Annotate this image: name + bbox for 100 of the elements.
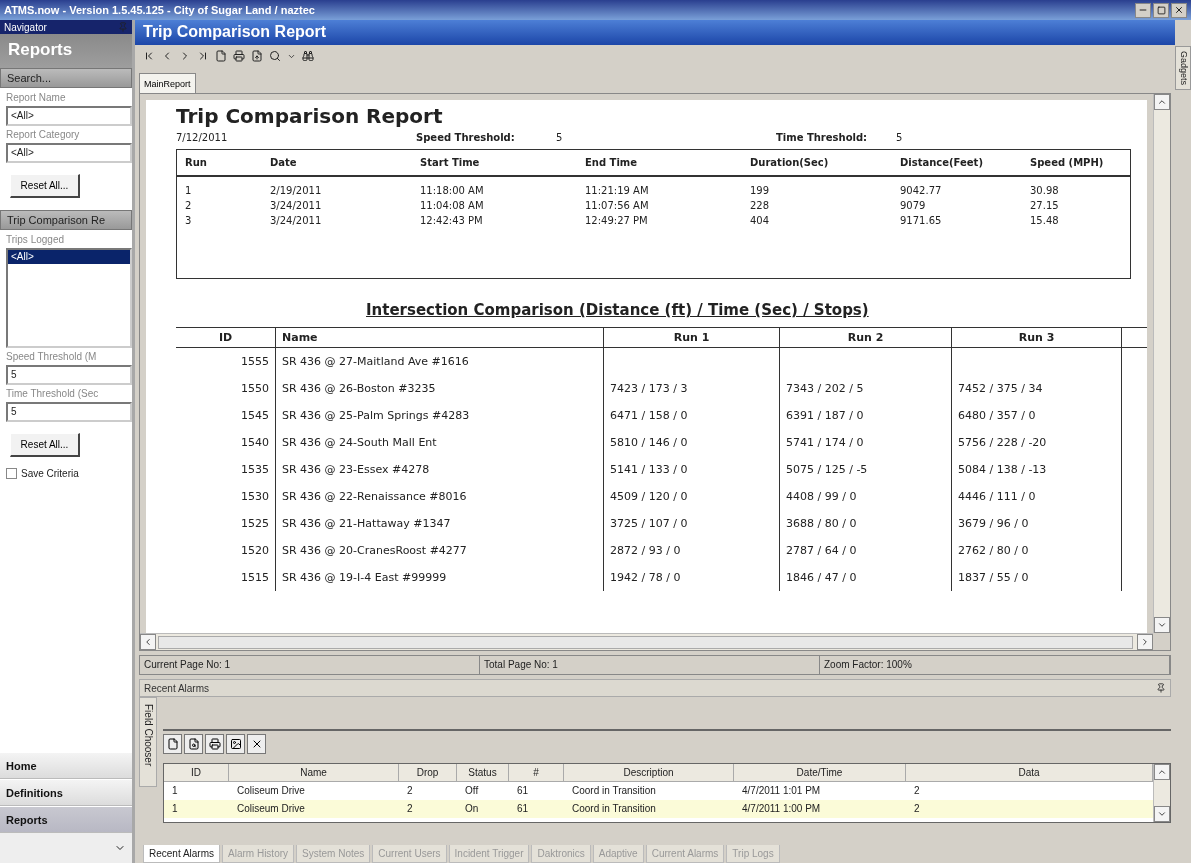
column-header[interactable]: Drop	[399, 764, 457, 782]
table-cell-text: 9042.77	[900, 184, 943, 198]
table-cell: 4/7/2011 1:00 PM	[734, 800, 906, 818]
table-cell: 4446 / 111 / 0	[952, 483, 1122, 510]
table-cell: 1540	[176, 429, 276, 456]
column-header[interactable]: Name	[229, 764, 399, 782]
table-cell: 1545	[176, 402, 276, 429]
panel-title: Recent Alarms	[144, 682, 210, 694]
image-button[interactable]	[226, 734, 245, 754]
list-item[interactable]: <All>	[8, 250, 130, 264]
delete-button[interactable]	[247, 734, 266, 754]
column-header: End Time	[585, 156, 639, 170]
input-field[interactable]: <All>	[6, 106, 132, 126]
column-header[interactable]: Date/Time	[734, 764, 906, 782]
section-bar[interactable]: Trip Comparison Re	[0, 210, 132, 230]
table-cell: 3725 / 107 / 0	[604, 510, 780, 537]
preview-button[interactable]	[184, 734, 203, 754]
table-cell: 4509 / 120 / 0	[604, 483, 780, 510]
reset-button[interactable]: Reset All...	[10, 433, 80, 457]
table-cell-text: 11:07:56 AM	[585, 199, 650, 213]
tab[interactable]: Recent Alarms	[143, 845, 221, 863]
nav-button[interactable]: Reports	[0, 806, 132, 833]
field-chooser-tab[interactable]: Field Chooser	[139, 697, 157, 787]
table-cell: SR 436 @ 19-I-4 East #99999	[276, 564, 604, 591]
table-cell: 2762 / 80 / 0	[952, 537, 1122, 564]
table-cell-text: 228	[750, 199, 771, 213]
last-page-icon[interactable]	[197, 50, 209, 62]
table-cell-text: 11:21:19 AM	[585, 184, 650, 198]
table-cell-text: 11:04:08 AM	[420, 199, 485, 213]
column-header: Speed (MPH)	[1030, 156, 1105, 170]
pin-icon[interactable]	[1156, 683, 1166, 693]
table-cell: 1550	[176, 375, 276, 402]
first-page-icon[interactable]	[143, 50, 155, 62]
restore-button[interactable]	[1153, 2, 1169, 18]
table-cell: SR 436 @ 24-South Mall Ent	[276, 429, 604, 456]
table-cell: 5756 / 228 / -20	[952, 429, 1122, 456]
column-header[interactable]: Description	[564, 764, 734, 782]
table-cell: SR 436 @ 25-Palm Springs #4283	[276, 402, 604, 429]
export-icon[interactable]	[251, 50, 263, 62]
column-header: Run 2	[780, 327, 952, 348]
table-cell: 1555	[176, 348, 276, 375]
checkbox-label: Save Criteria	[21, 468, 79, 479]
table-cell: 6480 / 357 / 0	[952, 402, 1122, 429]
table-cell: 1837 / 55 / 0	[952, 564, 1122, 591]
table-cell-text: 3/24/2011	[270, 214, 323, 228]
status-text: Total Page No: 1	[480, 656, 820, 674]
navigator-header: Reports	[0, 34, 132, 68]
nav-button[interactable]: Definitions	[0, 779, 132, 806]
input-field[interactable]: <All>	[6, 143, 132, 163]
binoculars-icon[interactable]	[302, 50, 314, 62]
horizontal-scrollbar[interactable]	[140, 633, 1153, 650]
close-button[interactable]	[1171, 2, 1187, 18]
minimize-button[interactable]	[1135, 2, 1151, 18]
column-header[interactable]: #	[509, 764, 564, 782]
table-cell: On	[457, 800, 509, 818]
tab[interactable]: MainReport	[139, 73, 196, 93]
table-cell: 5141 / 133 / 0	[604, 456, 780, 483]
reset-button[interactable]: Reset All...	[10, 174, 80, 198]
table-cell: 61	[509, 800, 564, 818]
column-header: Run 3	[952, 327, 1122, 348]
table-cell: SR 436 @ 22-Renaissance #8016	[276, 483, 604, 510]
table-cell: 3679 / 96 / 0	[952, 510, 1122, 537]
search-button[interactable]: Search...	[0, 68, 132, 88]
table-cell: SR 436 @ 23-Essex #4278	[276, 456, 604, 483]
gadgets-tab[interactable]: Gadgets	[1175, 46, 1191, 91]
table-cell: 5075 / 125 / -5	[780, 456, 952, 483]
field-label: Time Threshold (Sec	[6, 388, 100, 399]
nav-button[interactable]: Home	[0, 752, 132, 779]
table-cell: 3688 / 80 / 0	[780, 510, 952, 537]
table-cell: 1530	[176, 483, 276, 510]
search-icon[interactable]	[269, 50, 281, 62]
column-header: ID	[176, 327, 276, 348]
checkbox[interactable]	[6, 468, 17, 479]
column-header: Duration(Sec)	[750, 156, 830, 170]
input-field[interactable]: 5	[6, 365, 132, 385]
threshold-value: 5	[556, 131, 564, 145]
trips-list[interactable]: <All>	[6, 248, 132, 348]
table-cell: SR 436 @ 26-Boston #3235	[276, 375, 604, 402]
table-cell: 6471 / 158 / 0	[604, 402, 780, 429]
page-icon[interactable]	[215, 50, 227, 62]
page-search-icon	[187, 738, 200, 750]
table-cell: 7343 / 202 / 5	[780, 375, 952, 402]
field-label: Report Category	[6, 129, 81, 140]
column-header[interactable]: ID	[164, 764, 229, 782]
column-header[interactable]: Data	[906, 764, 1153, 782]
input-field[interactable]: 5	[6, 402, 132, 422]
window-title: ATMS.now - Version 1.5.45.125 - City of Sugar Land / naztec	[4, 4, 315, 16]
vertical-scrollbar[interactable]	[1153, 94, 1170, 633]
print-button[interactable]	[205, 734, 224, 754]
image-icon	[229, 738, 242, 750]
column-header[interactable]: Status	[457, 764, 509, 782]
table-cell-text: 9079	[900, 199, 927, 213]
vertical-scrollbar[interactable]	[1153, 764, 1170, 822]
table-cell-text: 15.48	[1030, 214, 1060, 228]
print-icon[interactable]	[233, 50, 245, 62]
field-label: Trips Logged	[6, 234, 65, 245]
table-cell: 1525	[176, 510, 276, 537]
field-label: Speed Threshold (M	[6, 351, 98, 362]
table-cell-text: 199	[750, 184, 771, 198]
new-button[interactable]	[163, 734, 182, 754]
